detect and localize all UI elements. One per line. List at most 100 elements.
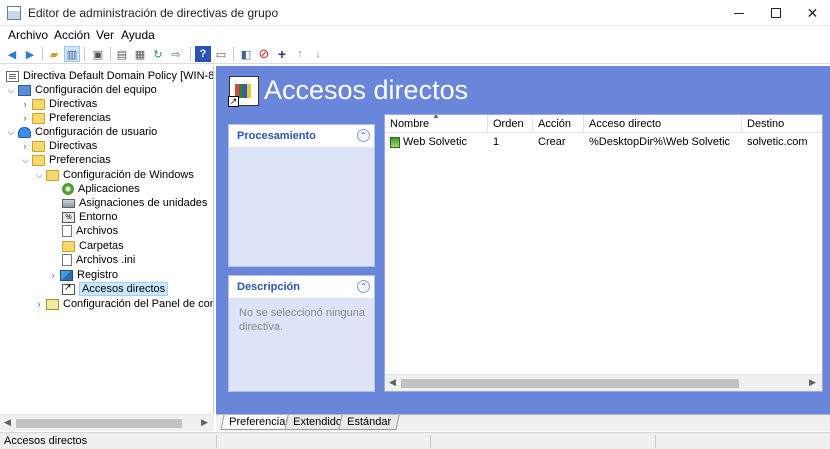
menu-ayuda[interactable]: Ayuda [121, 28, 155, 42]
help-icon[interactable]: ? [195, 46, 211, 62]
tab-estandar[interactable]: Estándar [338, 415, 400, 430]
menu-bar: Archivo Acción Ver Ayuda [0, 26, 830, 44]
view-tabs: Preferencias Extendido Estándar [216, 414, 830, 431]
tree-item-registro[interactable]: › Registro [48, 268, 118, 282]
tree-item-entorno[interactable]: % Entorno [62, 210, 118, 224]
expand-icon[interactable]: › [34, 299, 44, 309]
user-icon [18, 126, 31, 138]
tree-item-computer-preferencias[interactable]: › Preferencias [20, 111, 111, 125]
title-bar: Editor de administración de directivas d… [0, 0, 830, 26]
collapse-panel-icon[interactable]: ⌃ [357, 129, 370, 142]
tree-item-archivos-ini[interactable]: Archivos .ini [62, 253, 135, 267]
processing-panel: Procesamiento ⌃ [228, 124, 375, 267]
tree-item-archivos[interactable]: Archivos [62, 224, 118, 238]
menu-archivo[interactable]: Archivo [8, 28, 48, 42]
expand-icon[interactable]: › [20, 141, 30, 151]
tree-item-panel-config[interactable]: › Configuración del Panel de control [34, 297, 214, 311]
tree-item-label: Carpetas [79, 240, 124, 252]
cell-acceso-directo: %DesktopDir%\Web Solvetic [589, 136, 731, 148]
environment-icon: % [62, 211, 75, 223]
tree-item-asignaciones[interactable]: Asignaciones de unidades [62, 196, 207, 210]
folder-icon [32, 112, 45, 124]
export-icon[interactable]: ⇨ [168, 46, 184, 62]
column-header-destino[interactable]: Destino [742, 115, 822, 133]
console-icon[interactable]: ▭ [213, 46, 229, 62]
minimize-icon [733, 12, 744, 14]
collapse-icon[interactable]: ⌵ [6, 127, 16, 138]
table-row[interactable]: Web Solvetic 1 Crear %DesktopDir%\Web So… [385, 135, 822, 151]
shortcut-header-icon: ↗ [228, 76, 259, 107]
tree-item-root[interactable]: Directiva Default Domain Policy [WIN-8LE… [6, 69, 213, 83]
collapse-icon[interactable]: ⌵ [20, 155, 30, 166]
tree-horizontal-scrollbar[interactable]: ◀ ▶ [0, 414, 214, 431]
tree-item-carpetas[interactable]: Carpetas [62, 239, 124, 253]
column-header-orden[interactable]: Orden [488, 115, 533, 133]
tree-item-label: Configuración del Panel de control [63, 298, 213, 310]
maximize-button[interactable] [757, 0, 794, 26]
minimize-button[interactable] [720, 0, 757, 26]
application-icon [62, 183, 74, 195]
collapse-icon[interactable]: ⌵ [6, 85, 16, 96]
tree-item-label: Aplicaciones [78, 183, 140, 195]
tree-item-label: Configuración del equipo [35, 84, 157, 96]
show-tree-icon[interactable]: ▥ [64, 46, 80, 62]
tree-item-label: Archivos .ini [76, 254, 136, 266]
close-button[interactable]: ✕ [794, 0, 830, 26]
computer-icon [18, 84, 31, 96]
collapse-icon[interactable]: ⌵ [34, 170, 44, 181]
folder-icon [32, 98, 45, 110]
tree-item-computer-config[interactable]: ⌵ Configuración del equipo [6, 83, 157, 97]
properties-icon[interactable]: ▣ [90, 46, 106, 62]
column-header-nombre[interactable]: Nombre ▲ [385, 115, 488, 133]
cell-accion: Crear [538, 136, 566, 148]
drive-icon [62, 198, 75, 208]
control-panel-icon [46, 298, 59, 310]
stop-icon[interactable]: ⊘ [256, 46, 272, 62]
app-icon [7, 6, 21, 20]
list-horizontal-scrollbar[interactable]: ◀ ▶ [385, 374, 822, 391]
processing-panel-header: Procesamiento [229, 125, 374, 147]
tree-item-computer-directivas[interactable]: › Directivas [20, 97, 98, 111]
tree-item-label: Directivas [49, 98, 98, 110]
new-icon[interactable]: ◧ [238, 46, 254, 62]
tree-item-aplicaciones[interactable]: Aplicaciones [62, 182, 140, 196]
add-icon[interactable]: + [274, 46, 290, 62]
scroll-right-icon[interactable]: ▶ [201, 417, 208, 428]
scroll-right-icon[interactable]: ▶ [809, 377, 816, 388]
tab-label: Extendido [293, 416, 343, 428]
scroll-left-icon[interactable]: ◀ [4, 417, 11, 428]
cell-nombre-text: Web Solvetic [403, 136, 467, 148]
scrollbar-thumb[interactable] [401, 379, 739, 388]
menu-ver[interactable]: Ver [96, 28, 114, 42]
expand-icon[interactable]: › [20, 99, 30, 109]
back-icon[interactable]: ◀ [4, 46, 20, 62]
menu-accion[interactable]: Acción [54, 28, 90, 42]
status-separator [430, 435, 431, 448]
folder-icon [32, 140, 45, 152]
export-list-icon[interactable]: ▤ [114, 46, 130, 62]
expand-icon[interactable]: › [48, 270, 58, 280]
column-header-accion[interactable]: Acción [533, 115, 584, 133]
cell-destino: solvetic.com [747, 136, 808, 148]
status-bar: Accesos directos [0, 432, 830, 449]
tree-item-user-preferencias[interactable]: ⌵ Preferencias [20, 153, 111, 167]
move-down-icon[interactable]: ↓ [310, 46, 326, 62]
collapse-panel-icon[interactable]: ⌃ [357, 280, 370, 293]
tree-item-user-config[interactable]: ⌵ Configuración de usuario [6, 125, 158, 139]
scrollbar-thumb[interactable] [16, 419, 182, 428]
tree-item-user-directivas[interactable]: › Directivas [20, 139, 98, 153]
move-up-icon[interactable]: ↑ [292, 46, 308, 62]
tree-item-accesos-directos[interactable]: Accesos directos [62, 282, 169, 296]
tree-item-label: Asignaciones de unidades [79, 197, 208, 209]
column-header-acceso-directo[interactable]: Acceso directo [584, 115, 742, 133]
up-folder-icon[interactable]: ▰ [46, 46, 62, 62]
tree-item-windows-config[interactable]: ⌵ Configuración de Windows [34, 168, 194, 182]
print-icon[interactable]: ▦ [132, 46, 148, 62]
column-header-label: Orden [493, 118, 524, 130]
refresh-icon[interactable]: ↻ [150, 46, 166, 62]
sort-ascending-icon: ▲ [432, 114, 440, 120]
tree-item-label: Entorno [79, 211, 118, 223]
forward-icon[interactable]: ▶ [22, 46, 38, 62]
scroll-left-icon[interactable]: ◀ [389, 377, 396, 388]
expand-icon[interactable]: › [20, 113, 30, 123]
